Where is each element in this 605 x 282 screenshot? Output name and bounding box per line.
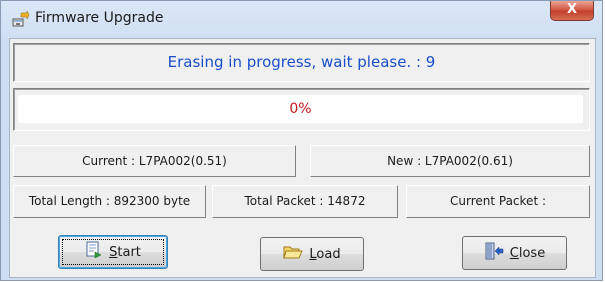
load-button[interactable]: Load	[260, 237, 364, 271]
progress-percent: 0%	[289, 101, 312, 117]
progress-panel: 0%	[13, 88, 590, 131]
close-button[interactable]: Close	[462, 236, 567, 270]
title-bar[interactable]: Firmware Upgrade X	[1, 1, 602, 38]
current-version-label: Current : L7PA002(0.51)	[82, 154, 227, 168]
focus-rectangle	[62, 239, 164, 265]
exit-door-icon	[484, 242, 504, 264]
status-panel: Erasing in progress, wait please. : 9	[13, 43, 590, 82]
folder-open-icon	[283, 243, 304, 265]
progress-bar: 0%	[18, 95, 583, 123]
total-length-label: Total Length : 892300 byte	[28, 194, 191, 208]
firmware-upgrade-window: Firmware Upgrade X Erasing in progress, …	[0, 0, 603, 281]
window-close-button[interactable]: X	[550, 1, 594, 21]
total-packet-box: Total Packet : 14872	[212, 185, 398, 218]
new-version-box: New : L7PA002(0.61)	[310, 145, 590, 177]
current-packet-label: Current Packet :	[450, 194, 546, 208]
load-button-label: Load	[309, 246, 341, 262]
close-icon: X	[566, 2, 578, 17]
total-length-box: Total Length : 892300 byte	[13, 185, 206, 218]
dialog-client-area: Erasing in progress, wait please. : 9 0%…	[9, 38, 596, 278]
total-packet-label: Total Packet : 14872	[244, 194, 366, 208]
start-button[interactable]: Start	[58, 235, 168, 269]
current-packet-box: Current Packet :	[406, 185, 590, 218]
close-button-label: Close	[509, 245, 546, 261]
status-message: Erasing in progress, wait please. : 9	[167, 53, 436, 71]
new-version-label: New : L7PA002(0.61)	[387, 154, 513, 168]
window-title: Firmware Upgrade	[35, 10, 164, 26]
firmware-app-icon	[12, 10, 30, 28]
current-version-box: Current : L7PA002(0.51)	[13, 145, 296, 177]
